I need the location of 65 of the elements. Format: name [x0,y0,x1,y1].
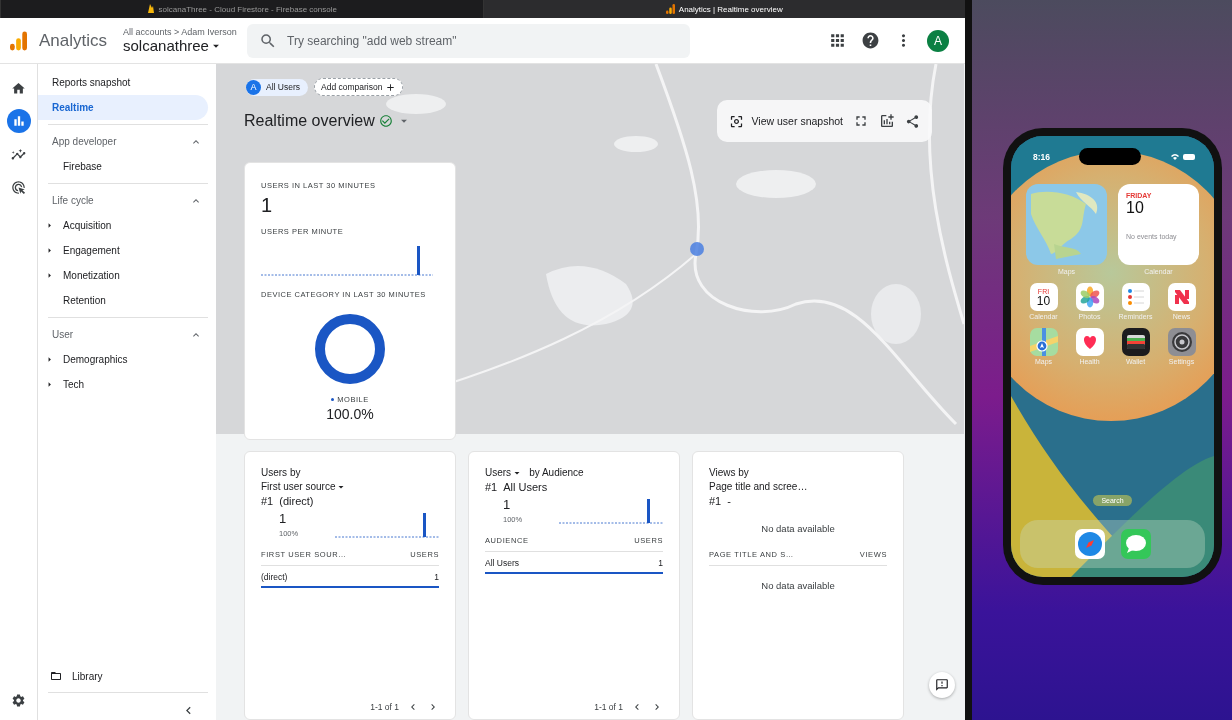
snapshot-icon [728,113,744,129]
dimension-dropdown[interactable]: Users [485,466,524,480]
dimension-dropdown[interactable]: First user source [261,480,348,494]
rank: #1 [261,495,274,507]
donut-drawing [314,313,386,385]
browser-tab[interactable]: Analytics | Realtime overview [482,0,965,18]
settings-icon[interactable] [11,693,26,708]
feedback-button[interactable] [929,672,955,698]
flame-icon [146,4,155,14]
top-item: (direct) [279,495,314,507]
product-name: Analytics [39,30,108,51]
library-link[interactable]: Library [38,664,208,688]
segment-badge: A [246,79,261,95]
metric-value: 1 [279,511,288,526]
page-title: Realtime overview [244,112,375,130]
feedback-icon [935,678,949,692]
nav-item[interactable]: Firebase [38,154,208,179]
empty-message: No data available [760,580,836,591]
rank: #1 [709,495,722,507]
add-icon [385,81,397,93]
property-selector[interactable]: solcanathree [123,37,248,54]
top-item: All Users [503,481,548,493]
nav-item[interactable]: Retention [38,288,208,313]
legend-dot [331,398,335,401]
analytics-logo [665,4,675,14]
metric-value: 1 [503,497,512,512]
nav-item[interactable]: Realtime [38,95,208,120]
rank: #1 [485,481,498,493]
pagination-label: 1-1 of 1 [594,702,623,712]
apps-grid-icon[interactable] [828,31,847,50]
help-icon[interactable] [861,31,880,50]
top-item: - [727,495,731,507]
add-comparison-button[interactable]: Add comparison [314,78,404,96]
metric-value: 1 [261,194,274,217]
nav-item[interactable]: Demographics [38,347,208,372]
card-title: by Audience [529,466,584,480]
nav-item[interactable]: Monetization [38,263,208,288]
nav-section-header[interactable]: User [38,322,208,347]
device-share: 100.0% [325,406,375,422]
empty-message: No data available [760,523,836,534]
card-title: Users by [261,466,301,480]
table-cell: All Users [485,558,519,568]
nav-item[interactable]: Acquisition [38,213,208,238]
share-icon[interactable] [905,113,920,129]
nav-item[interactable]: Reports snapshot [38,70,208,95]
nav-section-header[interactable]: Life cycle [38,188,208,213]
folder-icon [50,670,62,682]
analytics-logo [10,30,27,51]
table-cell: (direct) [261,572,288,582]
nav-item[interactable]: Tech [38,372,208,397]
search-field[interactable]: Try searching "add web stream" [247,23,691,58]
bar-chart-icon[interactable] [6,109,31,133]
edit-chart-icon[interactable] [879,113,895,129]
table-cell: 1 [658,558,663,568]
account-avatar[interactable]: A [927,29,949,52]
view-user-snapshot-button[interactable]: View user snapshot [728,113,843,129]
card-title: Page title and scree… [709,480,808,494]
nav-item[interactable]: Engagement [38,238,208,263]
card-title: Views by [709,466,749,480]
segment-label: All Users [266,82,300,92]
breadcrumb: All accounts > Adam Iverson [123,27,238,37]
table-cell: 1 [434,572,439,582]
pagination-label: 1-1 of 1 [370,702,399,712]
fullscreen-icon[interactable] [853,113,869,129]
nav-section-header[interactable]: App developer [38,129,208,154]
